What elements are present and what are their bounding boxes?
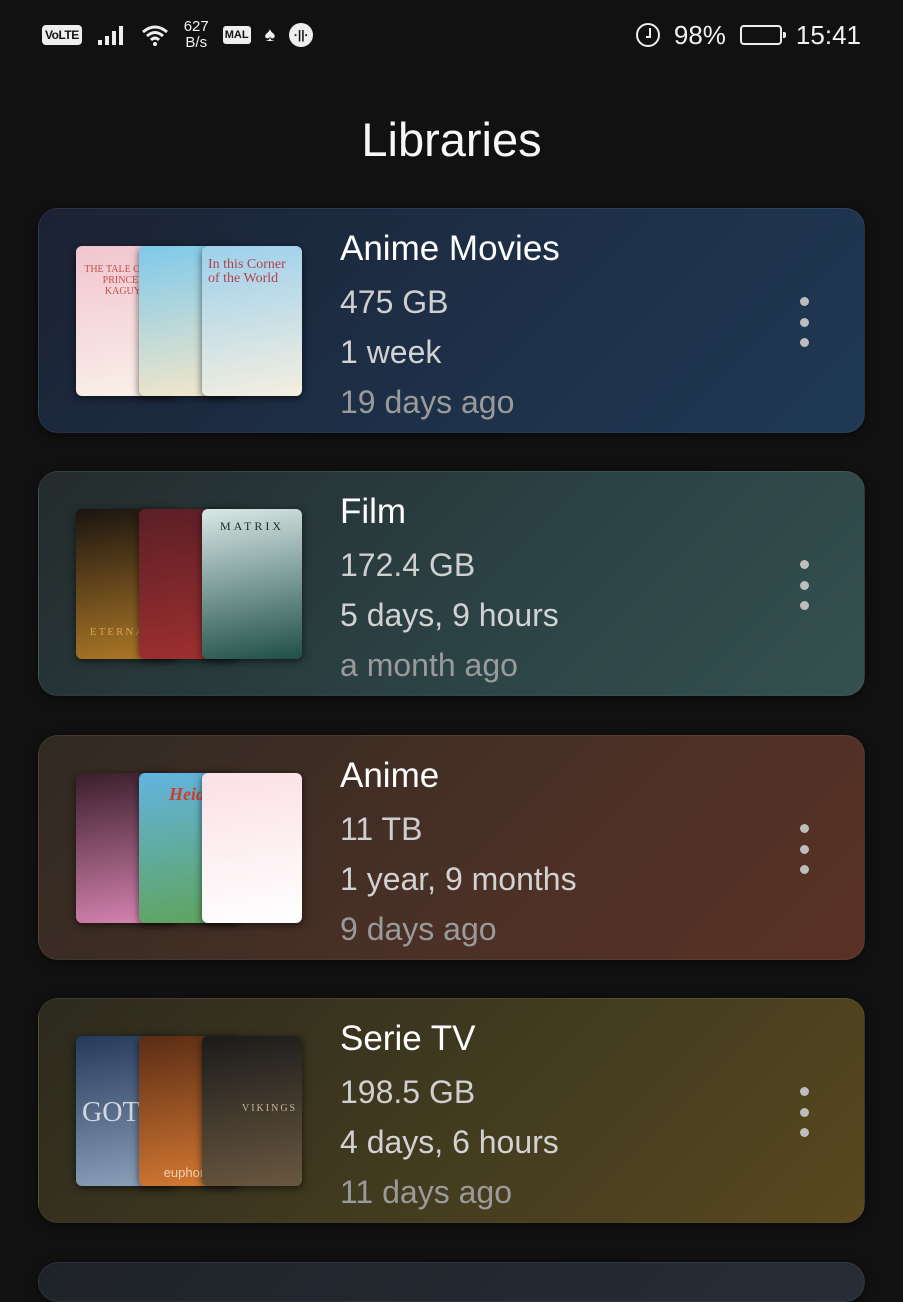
- more-options-icon[interactable]: [794, 297, 814, 347]
- more-options-icon[interactable]: [794, 1087, 814, 1137]
- clock: 15:41: [795, 19, 861, 50]
- library-last-updated: 11 days ago: [340, 1174, 512, 1210]
- poster-thumbnail: VIKINGS: [202, 1036, 302, 1186]
- poster-stack: Heidi: [76, 773, 302, 923]
- library-name: Film: [340, 492, 407, 531]
- poster-thumbnail: In this Corner of the World: [202, 246, 302, 396]
- status-bar-left: VoLTE 627 B/s MAL ♠ ·||·: [42, 19, 314, 51]
- mal-app-icon: MAL: [222, 26, 251, 44]
- poster-thumbnail: MATRIX: [202, 509, 302, 659]
- library-last-updated: 19 days ago: [340, 384, 515, 420]
- library-name: Serie TV: [340, 1019, 476, 1058]
- library-name: Anime: [340, 756, 440, 795]
- more-options-icon[interactable]: [794, 824, 814, 874]
- status-bar-right: 98% 15:41: [635, 19, 861, 51]
- library-size: 475 GB: [340, 284, 449, 320]
- library-last-updated: a month ago: [340, 647, 518, 683]
- playstation-icon: ♠: [264, 23, 276, 46]
- poster-stack: GOT euphoria VIKINGS: [76, 1036, 302, 1186]
- library-size: 198.5 GB: [340, 1074, 476, 1110]
- network-speed: 627 B/s: [184, 19, 209, 51]
- poster-title: VIKINGS: [242, 1103, 298, 1114]
- library-card-serie-tv[interactable]: GOT euphoria VIKINGS Serie TV 198.5 GB 4…: [38, 998, 865, 1223]
- library-duration: 4 days, 6 hours: [340, 1124, 559, 1160]
- library-card-anime[interactable]: Heidi Anime 11 TB 1 year, 9 months 9 day…: [38, 735, 865, 960]
- poster-title: MATRIX: [219, 519, 284, 533]
- signal-icon: [97, 26, 123, 45]
- network-speed-value: 627: [183, 18, 209, 35]
- battery-icon: [739, 25, 786, 45]
- library-duration: 1 week: [340, 334, 442, 370]
- library-name: Anime Movies: [340, 229, 560, 268]
- podcast-icon: ·||·: [289, 23, 314, 47]
- poster-thumbnail: [202, 773, 302, 923]
- page-title: Libraries: [361, 113, 542, 166]
- library-duration: 5 days, 9 hours: [340, 597, 559, 633]
- volte-icon: VoLTE: [42, 25, 82, 45]
- library-size: 172.4 GB: [340, 547, 476, 583]
- status-bar: VoLTE 627 B/s MAL ♠ ·||· 98% 15:41: [0, 0, 903, 70]
- library-last-updated: 9 days ago: [340, 911, 497, 947]
- more-options-icon[interactable]: [794, 560, 814, 610]
- poster-stack: ETERNALS MATRIX: [76, 509, 302, 659]
- alarm-icon: [635, 23, 660, 47]
- library-card-anime-movies[interactable]: THE TALE OF THE PRINCESS KAGUYA In this …: [38, 208, 865, 433]
- library-card-film[interactable]: ETERNALS MATRIX Film 172.4 GB 5 days, 9 …: [38, 471, 865, 696]
- poster-stack: THE TALE OF THE PRINCESS KAGUYA In this …: [76, 246, 302, 396]
- library-duration: 1 year, 9 months: [340, 861, 577, 897]
- wifi-icon: [141, 25, 168, 46]
- network-speed-unit: B/s: [185, 34, 208, 51]
- library-size: 11 TB: [340, 811, 423, 847]
- poster-title: In this Corner of the World: [208, 257, 286, 286]
- library-card-partial[interactable]: [38, 1262, 865, 1302]
- battery-percent: 98%: [673, 19, 726, 50]
